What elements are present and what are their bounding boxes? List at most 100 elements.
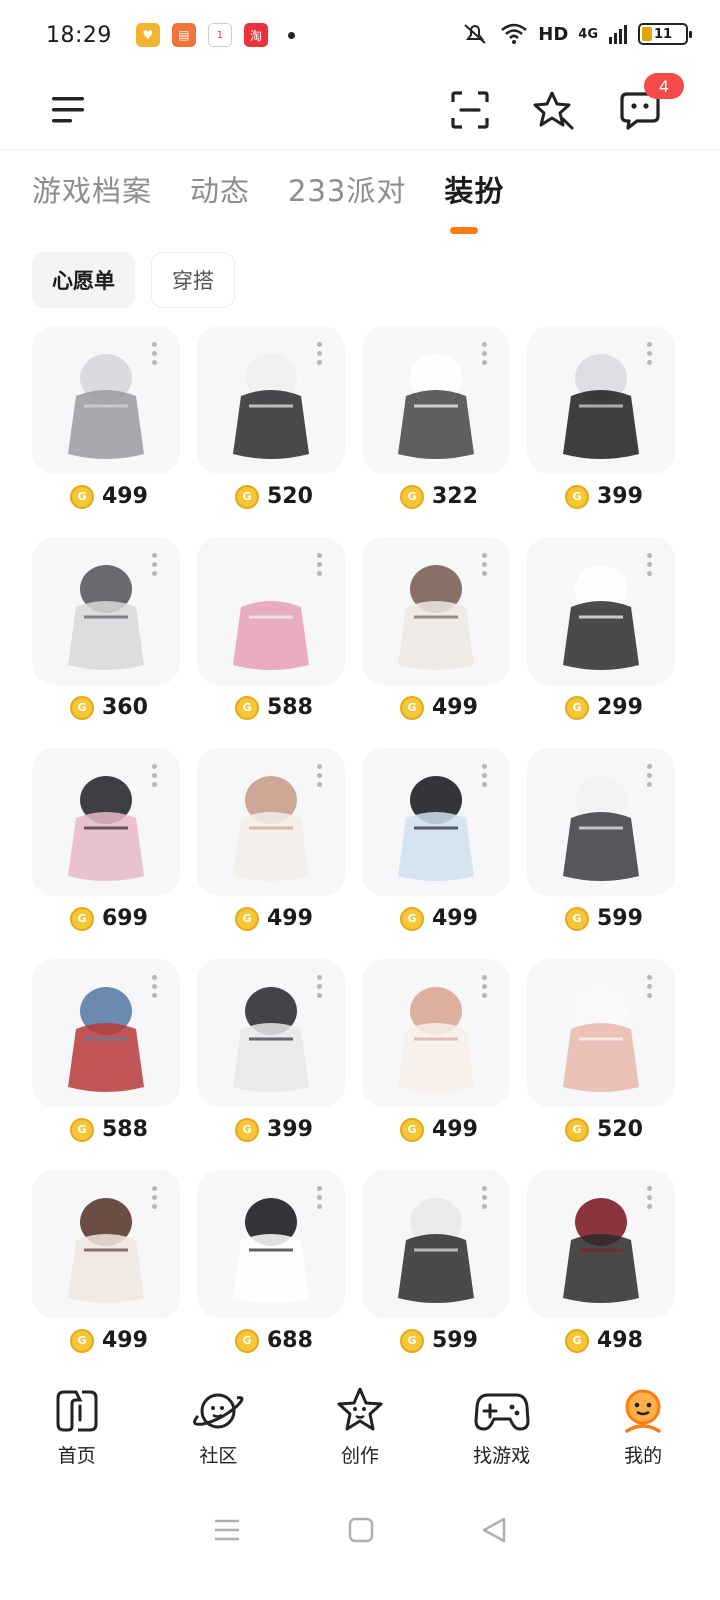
wishlist-item-card[interactable]: G 299 bbox=[527, 537, 675, 737]
tab-233-party[interactable]: 233派对 bbox=[288, 168, 406, 210]
more-options-icon[interactable] bbox=[317, 764, 323, 787]
item-price: 499 bbox=[102, 1328, 148, 1353]
tab-dress-up[interactable]: 装扮 bbox=[444, 168, 504, 210]
price-row: G 499 bbox=[400, 906, 478, 931]
price-row: G 588 bbox=[235, 695, 313, 720]
bow-sleep-accessory-image[interactable] bbox=[362, 326, 510, 474]
nav-community[interactable]: 社区 bbox=[158, 1375, 278, 1475]
nav-home-label: 首页 bbox=[57, 1445, 96, 1467]
red-leg-warmers-boots-image[interactable] bbox=[527, 1170, 675, 1318]
price-row: G 520 bbox=[235, 484, 313, 509]
wishlist-item-card[interactable]: G 688 bbox=[197, 1170, 345, 1370]
more-options-icon[interactable] bbox=[482, 1186, 488, 1209]
more-options-icon[interactable] bbox=[317, 1186, 323, 1209]
pink-long-hair-image[interactable] bbox=[362, 959, 510, 1107]
platform-sneakers-image[interactable] bbox=[197, 959, 345, 1107]
plaid-jeans-image[interactable] bbox=[32, 959, 180, 1107]
more-options-icon[interactable] bbox=[647, 342, 653, 365]
white-hoodie-plaid-skirt-image[interactable] bbox=[527, 748, 675, 896]
tab-game-archive[interactable]: 游戏档案 bbox=[32, 168, 152, 210]
notification-icons: ♥ ▤ 1 淘 bbox=[135, 23, 295, 47]
home-system-icon[interactable] bbox=[347, 1516, 375, 1544]
more-options-icon[interactable] bbox=[482, 342, 488, 365]
filter-wishlist[interactable]: 心愿单 bbox=[32, 252, 135, 308]
maid-headband-image[interactable] bbox=[527, 537, 675, 685]
wishlist-item-card[interactable]: G 399 bbox=[197, 959, 345, 1159]
more-options-icon[interactable] bbox=[152, 764, 158, 787]
more-options-icon[interactable] bbox=[482, 553, 488, 576]
more-options-icon[interactable] bbox=[647, 1186, 653, 1209]
long-gray-hair-image[interactable] bbox=[32, 326, 180, 474]
filter-outfits[interactable]: 穿搭 bbox=[151, 252, 235, 308]
filter-chips: 心愿单 穿搭 bbox=[32, 252, 235, 308]
wishlist-item-card[interactable]: G 588 bbox=[32, 959, 180, 1159]
wishlist-item-card[interactable]: G 360 bbox=[32, 537, 180, 737]
more-options-icon[interactable] bbox=[647, 764, 653, 787]
nav-find-games[interactable]: 找游戏 bbox=[442, 1375, 562, 1475]
wishlist-item-card[interactable]: G 520 bbox=[527, 959, 675, 1159]
wishlist-item-card[interactable]: G 322 bbox=[362, 326, 510, 526]
price-row: G 699 bbox=[70, 906, 148, 931]
shoes-with-socks-image[interactable] bbox=[527, 326, 675, 474]
more-options-icon[interactable] bbox=[317, 553, 323, 576]
nav-mine[interactable]: 我的 bbox=[583, 1375, 703, 1475]
price-row: G 399 bbox=[235, 1117, 313, 1142]
wishlist-item-card[interactable]: G 499 bbox=[32, 1170, 180, 1370]
scan-button[interactable] bbox=[440, 80, 500, 140]
recent-apps-icon[interactable] bbox=[212, 1517, 242, 1543]
wishlist-item-card[interactable]: G 399 bbox=[527, 326, 675, 526]
wishlist-item-card[interactable]: G 588 bbox=[197, 537, 345, 737]
wishlist-item-card[interactable]: G 498 bbox=[527, 1170, 675, 1370]
cropped-black-jacket-image[interactable] bbox=[32, 748, 180, 896]
wishlist-item-card[interactable]: G 520 bbox=[197, 326, 345, 526]
wishlist-item-card[interactable]: G 499 bbox=[197, 748, 345, 948]
planet-icon bbox=[190, 1383, 246, 1439]
wishlist-item-card[interactable]: G 699 bbox=[32, 748, 180, 948]
more-options-icon[interactable] bbox=[647, 975, 653, 998]
more-options-icon[interactable] bbox=[482, 764, 488, 787]
light-brown-long-hair-image[interactable] bbox=[197, 748, 345, 896]
star-face-icon bbox=[332, 1383, 388, 1439]
tab-activity[interactable]: 动态 bbox=[190, 168, 250, 210]
wishlist-item-card[interactable]: G 499 bbox=[362, 537, 510, 737]
more-options-icon[interactable] bbox=[152, 553, 158, 576]
more-options-icon[interactable] bbox=[482, 975, 488, 998]
more-options-icon[interactable] bbox=[647, 553, 653, 576]
item-price: 360 bbox=[102, 695, 148, 720]
gray-tutu-skirt-image[interactable] bbox=[32, 537, 180, 685]
coin-icon: G bbox=[70, 1328, 94, 1353]
more-options-icon[interactable] bbox=[317, 975, 323, 998]
menu-button[interactable] bbox=[38, 80, 98, 140]
wishlist-item-card[interactable]: G 599 bbox=[527, 748, 675, 948]
star-sparkle-icon bbox=[533, 91, 574, 130]
wishlist-item-card[interactable]: G 499 bbox=[32, 326, 180, 526]
wishlist-item-card[interactable]: G 499 bbox=[362, 959, 510, 1159]
gamepad-icon bbox=[474, 1383, 530, 1439]
price-row: G 499 bbox=[70, 484, 148, 509]
more-options-icon[interactable] bbox=[317, 342, 323, 365]
more-options-icon[interactable] bbox=[152, 342, 158, 365]
favorites-button[interactable] bbox=[524, 80, 584, 140]
item-price: 520 bbox=[597, 1117, 643, 1142]
nav-create[interactable]: 创作 bbox=[300, 1375, 420, 1475]
more-options-icon[interactable] bbox=[152, 975, 158, 998]
more-options-icon[interactable] bbox=[152, 1186, 158, 1209]
item-price: 499 bbox=[102, 484, 148, 509]
black-white-paw-dress-image[interactable] bbox=[197, 1170, 345, 1318]
striped-top-shorts-image[interactable] bbox=[362, 1170, 510, 1318]
black-hair-bear-ears-image[interactable] bbox=[362, 748, 510, 896]
item-price: 322 bbox=[432, 484, 478, 509]
black-white-dress-outfit-image[interactable] bbox=[197, 326, 345, 474]
wishlist-item-card[interactable]: G 499 bbox=[362, 748, 510, 948]
back-icon[interactable] bbox=[480, 1516, 508, 1544]
messages-button[interactable]: 4 bbox=[610, 73, 684, 140]
white-shorts-legs-image[interactable] bbox=[527, 959, 675, 1107]
wishlist-item-card[interactable]: G 599 bbox=[362, 1170, 510, 1370]
item-price: 599 bbox=[597, 906, 643, 931]
bun-hairstyle-image[interactable] bbox=[362, 537, 510, 685]
brown-pinafore-dress-image[interactable] bbox=[32, 1170, 180, 1318]
coin-icon: G bbox=[400, 484, 424, 509]
item-price: 499 bbox=[432, 906, 478, 931]
white-jacket-cat-ears-image[interactable] bbox=[197, 537, 345, 685]
nav-home[interactable]: 首页 bbox=[17, 1375, 137, 1475]
